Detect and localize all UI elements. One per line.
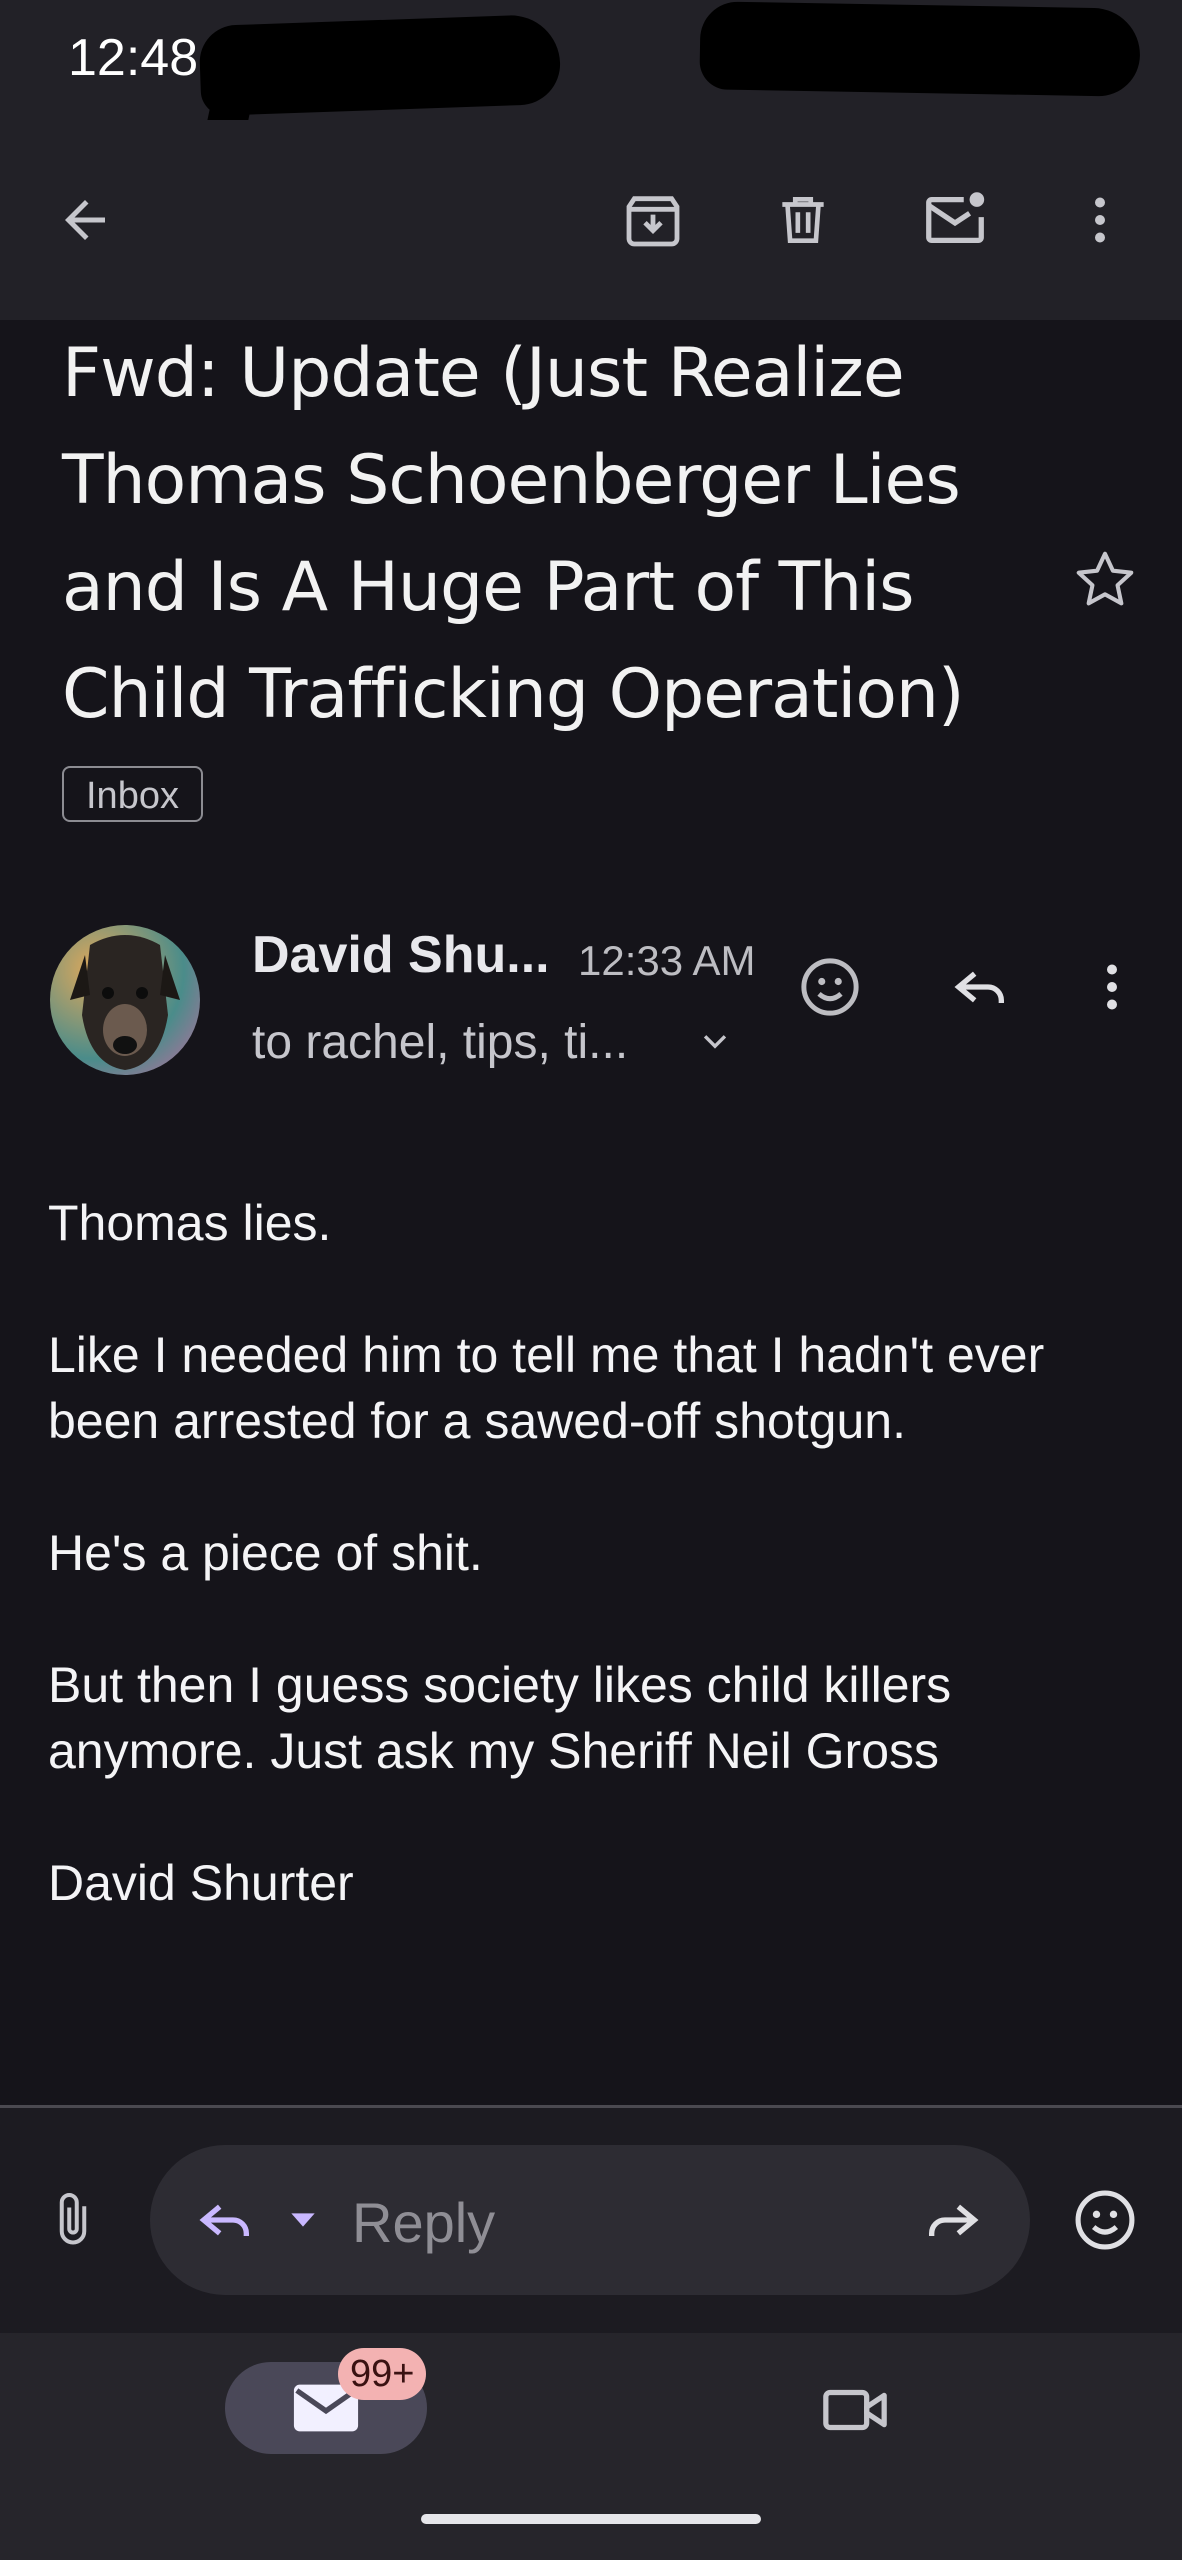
body-paragraph: But then I guess society likes child kil…: [48, 1657, 952, 1779]
mark-unread-icon: [926, 192, 985, 244]
unread-count-badge: 99+: [338, 2348, 427, 2400]
emoji-button[interactable]: [1060, 2175, 1150, 2265]
email-subject: Fwd: Update (Just Realize Thomas Schoenb…: [62, 334, 965, 734]
chevron-down-icon[interactable]: [698, 1025, 732, 1059]
video-camera-icon: [823, 2389, 887, 2431]
more-options-button[interactable]: [1055, 175, 1145, 265]
react-emoji-button[interactable]: [785, 942, 875, 1032]
more-vert-icon: [1107, 964, 1117, 1010]
reply-arrow-icon: [954, 971, 1004, 1003]
status-bar: 12:48: [0, 0, 1182, 164]
paperclip-icon: [59, 2193, 87, 2245]
star-icon: [1076, 551, 1134, 606]
reply-button[interactable]: [935, 942, 1025, 1032]
mark-unread-button[interactable]: [910, 175, 1000, 265]
reply-placeholder[interactable]: Reply: [352, 2190, 495, 2255]
back-button[interactable]: [40, 175, 130, 265]
message-more-button[interactable]: [1067, 942, 1157, 1032]
status-clock: 12:48: [68, 29, 199, 87]
emoji-smile-icon: [1075, 2190, 1135, 2250]
body-paragraph: Thomas lies.: [48, 1195, 332, 1251]
star-button[interactable]: [1070, 545, 1140, 615]
reply-arrow-icon: [199, 2204, 249, 2236]
body-paragraph: He's a piece of shit.: [48, 1525, 483, 1581]
more-vert-icon: [1095, 197, 1105, 243]
caret-down-icon: [291, 2213, 315, 2227]
redaction-mark: [198, 13, 562, 117]
reply-mode-button[interactable]: [180, 2175, 270, 2265]
back-arrow-icon: [65, 200, 105, 240]
email-toolbar: [0, 120, 1182, 320]
attach-button[interactable]: [28, 2175, 118, 2265]
inbox-label-chip[interactable]: Inbox: [62, 766, 203, 822]
recipients[interactable]: to rachel, tips, ti...: [252, 1015, 628, 1070]
sender-name: David Shu...: [252, 926, 550, 984]
bottom-navigation: [0, 2333, 1182, 2560]
delete-button[interactable]: [758, 175, 848, 265]
nav-meet[interactable]: [810, 2365, 900, 2455]
forward-arrow-icon: [929, 2204, 979, 2236]
dog-avatar-icon: [70, 935, 180, 1070]
archive-icon: [626, 196, 680, 247]
redaction-mark: [699, 1, 1141, 97]
archive-button[interactable]: [608, 175, 698, 265]
emoji-smile-icon: [801, 958, 859, 1016]
email-body: Thomas lies. Like I needed him to tell m…: [48, 1190, 1138, 1982]
trash-icon: [782, 197, 824, 243]
email-time: 12:33 AM: [578, 937, 756, 984]
sender-avatar[interactable]: [50, 925, 200, 1075]
body-paragraph: Like I needed him to tell me that I hadn…: [48, 1327, 1045, 1449]
home-indicator[interactable]: [421, 2514, 761, 2524]
reply-options-dropdown[interactable]: [258, 2175, 348, 2265]
signature: David Shurter: [48, 1855, 354, 1911]
forward-button[interactable]: [908, 2175, 998, 2265]
